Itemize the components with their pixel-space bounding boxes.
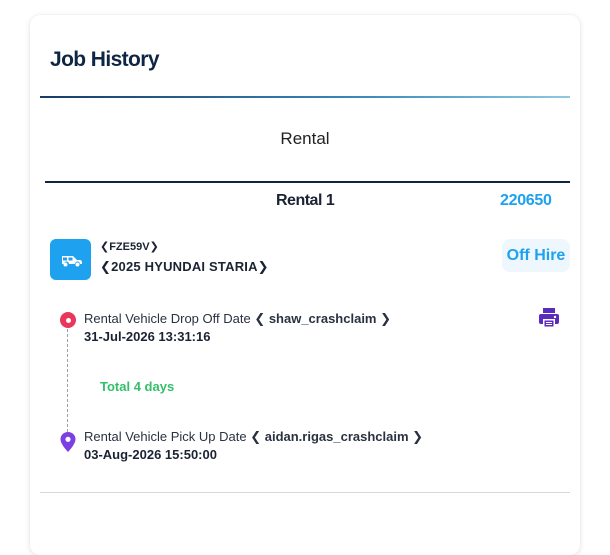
drop-off-date: 31-Jul-2026 13:31:16: [84, 329, 211, 344]
timeline-line: [67, 329, 68, 432]
drop-off-user: ❮ shaw_crashclaim ❯: [254, 311, 391, 326]
location-pin-icon: [60, 432, 76, 452]
total-days: Total 4 days: [100, 379, 175, 394]
title-divider: [40, 96, 570, 98]
vehicle-plate: ❮FZE59V❯: [100, 241, 159, 253]
drop-off-marker-icon: [60, 312, 76, 328]
vehicle-model: ❮2025 HYUNDAI STARIA❯: [100, 259, 269, 274]
drop-off-label-text: Rental Vehicle Drop Off Date: [84, 311, 251, 326]
pick-up-user: ❮ aidan.rigas_crashclaim ❯: [250, 429, 424, 444]
rental-name: Rental 1: [276, 192, 335, 209]
tab-active-underline: [45, 181, 570, 183]
pick-up-label-text: Rental Vehicle Pick Up Date: [84, 429, 247, 444]
car-icon: [50, 239, 91, 280]
rental-id-link[interactable]: 220650: [500, 192, 552, 210]
page-title: Job History: [50, 48, 160, 71]
drop-off-label: Rental Vehicle Drop Off Date ❮ shaw_cras…: [84, 311, 391, 327]
status-badge: Off Hire: [502, 239, 570, 272]
print-icon[interactable]: [537, 306, 561, 330]
bottom-divider: [40, 492, 570, 493]
pick-up-date: 03-Aug-2026 15:50:00: [84, 447, 217, 462]
job-history-card: Job History Rental Rental 1 220650 ❮FZE5…: [30, 15, 580, 555]
pick-up-label: Rental Vehicle Pick Up Date ❮ aidan.riga…: [84, 429, 423, 445]
tab-rental[interactable]: Rental: [30, 129, 580, 149]
